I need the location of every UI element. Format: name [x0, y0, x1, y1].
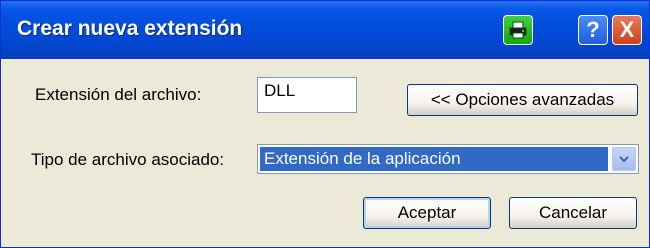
window-title: Crear nueva extensión — [17, 17, 243, 40]
close-icon: X — [619, 17, 635, 42]
extension-input[interactable]: DLL — [257, 77, 357, 113]
dialog-window: Crear nueva extensión ? X Extensión del … — [0, 0, 650, 248]
cancel-button[interactable]: Cancelar — [509, 197, 637, 229]
file-type-label: Tipo de archivo asociado: — [31, 150, 225, 169]
printer-icon — [504, 16, 532, 44]
help-button[interactable]: ? — [578, 15, 608, 45]
close-button[interactable]: X — [612, 15, 642, 45]
accept-button[interactable]: Aceptar — [363, 197, 491, 229]
file-type-select[interactable]: Extensión de la aplicación — [257, 144, 639, 174]
extension-label: Extensión del archivo: — [35, 85, 202, 104]
chevron-down-icon — [619, 156, 629, 163]
title-bar[interactable]: Crear nueva extensión ? X — [1, 1, 649, 59]
dropdown-arrow-button[interactable] — [612, 147, 636, 171]
print-button[interactable] — [503, 15, 533, 45]
advanced-options-button[interactable]: << Opciones avanzadas — [407, 84, 638, 116]
help-icon: ? — [586, 17, 600, 42]
file-type-selected-value: Extensión de la aplicación — [260, 147, 608, 171]
